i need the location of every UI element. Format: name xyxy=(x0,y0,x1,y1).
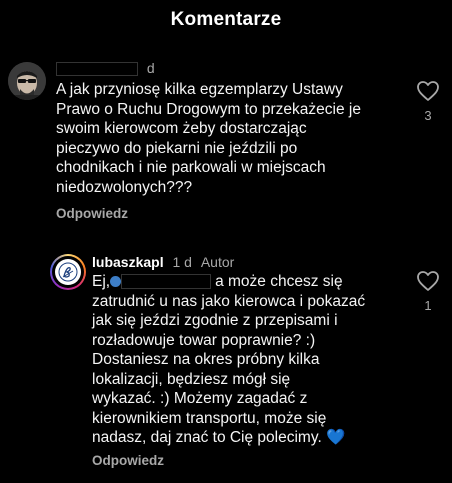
comment-text: A jak przyniosę kilka egzemplarzy Ustawy… xyxy=(56,80,361,197)
comment-line: lokalizacji, będziesz mógł się xyxy=(92,370,291,388)
comment-line-text: a może chcesz się xyxy=(215,273,343,290)
comment-line: jak się jeździ zgodnie z przepisami i xyxy=(92,312,338,329)
header: Komentarze xyxy=(0,0,452,40)
comment-meta: d xyxy=(56,60,155,77)
like-count: 1 xyxy=(424,298,432,313)
mention-avatar xyxy=(110,276,122,287)
author-badge: Autor xyxy=(200,254,235,270)
comment-line: A jak przyniosę kilka egzemplarzy Ustawy xyxy=(56,81,343,98)
reply-button[interactable]: Odpowiedz xyxy=(92,453,164,468)
like-control: 1 xyxy=(416,270,440,313)
comment-line: rozładowuje towar poprawnie? :) xyxy=(92,331,316,349)
like-count: 3 xyxy=(424,108,432,123)
comment-line: chodnikach i nie parkowali w miejscach xyxy=(56,159,326,176)
avatar[interactable] xyxy=(50,254,86,290)
comment-username[interactable]: lubaszkapl xyxy=(92,254,164,270)
comment-line: zatrudnić u nas jako kierowca i pokazać xyxy=(92,292,366,310)
heart-outline-icon[interactable] xyxy=(416,80,440,102)
heart-outline-icon[interactable] xyxy=(416,270,440,292)
avatar[interactable] xyxy=(8,62,46,100)
reply-button[interactable]: Odpowiedz xyxy=(56,206,128,221)
page-title: Komentarze xyxy=(170,9,282,30)
username-redacted[interactable] xyxy=(56,62,138,77)
comment-line: kierownikiem transportu, może się xyxy=(92,409,327,427)
mention-redacted[interactable] xyxy=(121,274,212,290)
like-control: 3 xyxy=(416,80,440,123)
comment-line: Ej, a może chcesz się xyxy=(92,272,365,292)
comment-line: pieczywo do piekarni nie jeździli po xyxy=(56,139,298,157)
comment-line: Prawo o Ruchu Drogowym to przekażecie je xyxy=(56,100,361,118)
comment-line: nadasz, daj znać to Cię polecimy. 💙 xyxy=(92,429,346,446)
comment-line: swoim kierowcom żeby dostarczając xyxy=(56,120,307,137)
comment-line: niedozwolonych??? xyxy=(56,178,193,196)
lubaszka-logo-icon xyxy=(55,259,81,285)
comment-line: Dostaniesz na okres próbny kilka xyxy=(92,351,320,368)
comment-text: Ej, a może chcesz się zatrudnić u nas jak… xyxy=(92,272,365,448)
comment-time: 1 d xyxy=(172,254,192,270)
comment-line: wykazać. :) Możemy zagadać z xyxy=(92,390,308,407)
comment-meta: lubaszkapl 1 d Autor xyxy=(92,254,234,270)
comment-time: d xyxy=(146,60,155,76)
mention-prefix: Ej, xyxy=(92,273,111,290)
